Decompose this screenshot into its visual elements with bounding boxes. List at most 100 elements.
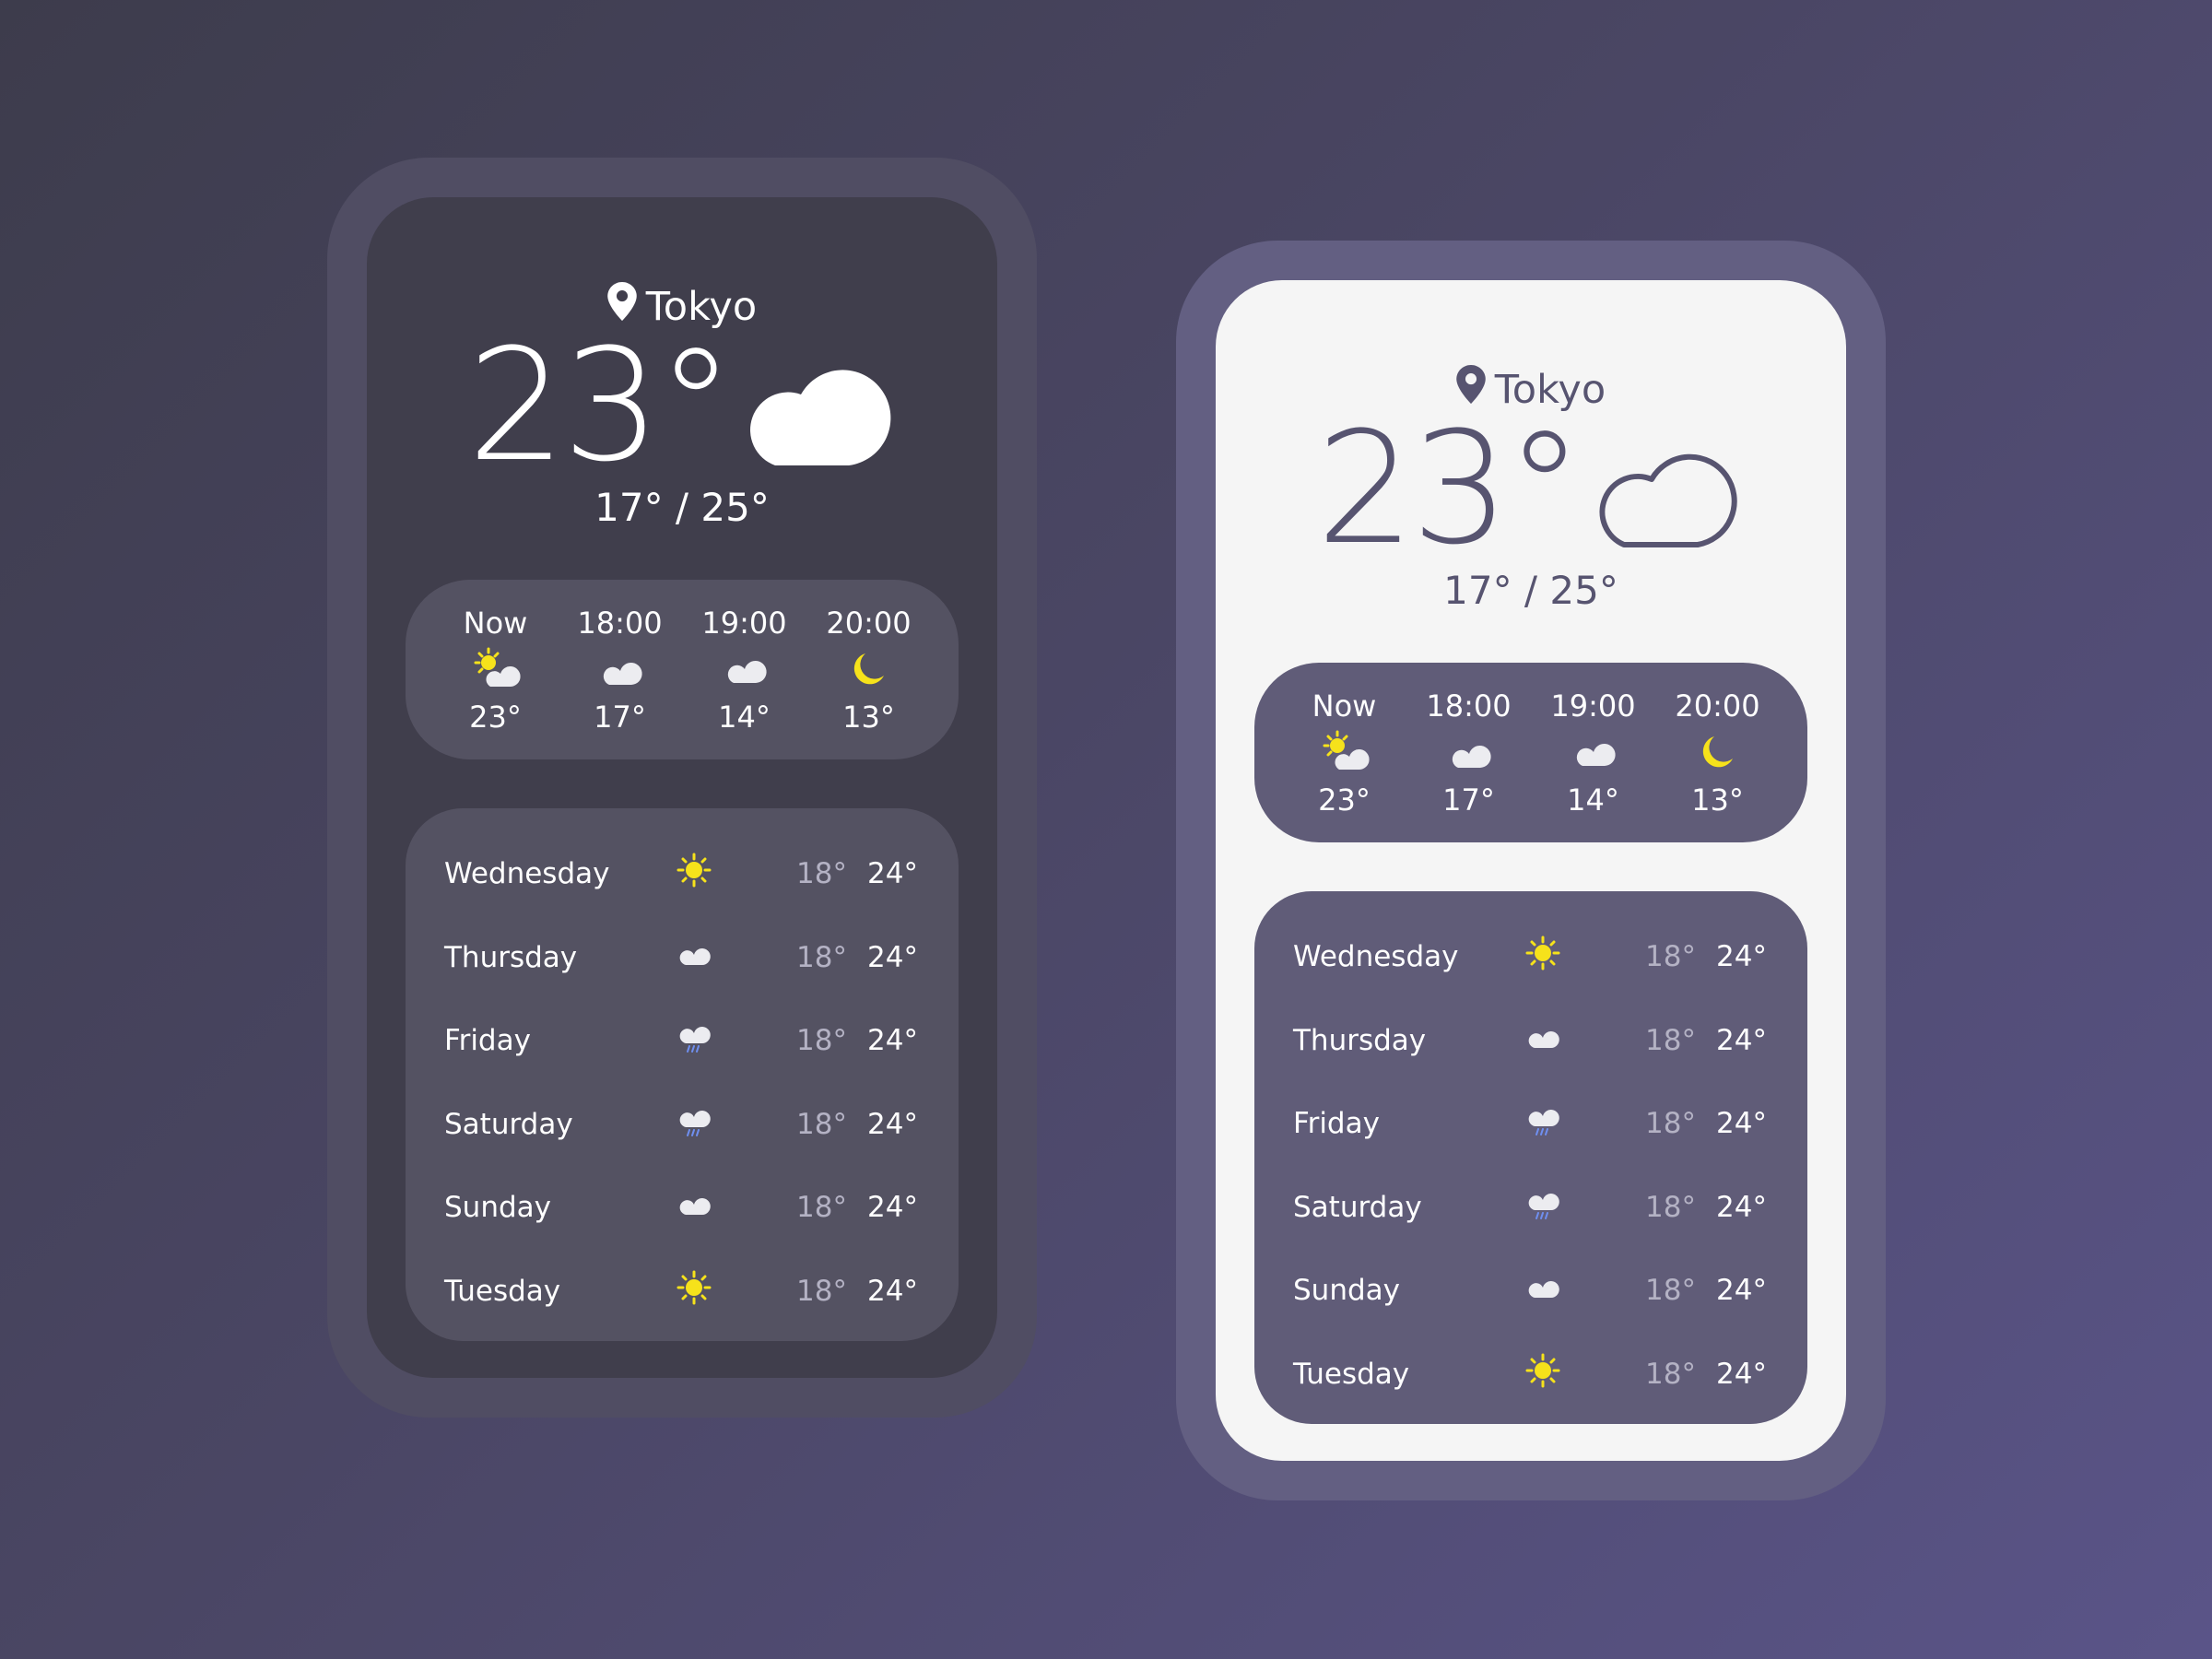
- day-high-temp: 24°: [867, 1274, 918, 1308]
- cloud-icon: [1524, 1018, 1562, 1063]
- moon-icon: [1692, 727, 1744, 782]
- daily-row[interactable]: Wednesday 18° 24°: [1293, 915, 1767, 999]
- day-name: Sunday: [444, 1191, 551, 1225]
- daily-row[interactable]: Thursday 18° 24°: [444, 916, 918, 1000]
- current-conditions: 23°: [367, 328, 997, 483]
- day-name: Tuesday: [1293, 1357, 1410, 1391]
- hour-label: Now: [463, 605, 528, 641]
- rain-icon: [675, 1102, 713, 1147]
- sun-icon: [675, 1269, 713, 1313]
- weather-widget-dark-frame: Tokyo 23° 17° / 25° Now 23° 18:00 17° 19…: [327, 158, 1037, 1418]
- cloud-icon: [675, 935, 713, 980]
- daily-row[interactable]: Thursday 18° 24°: [1293, 999, 1767, 1083]
- partly-sunny-icon: [470, 644, 522, 700]
- cloud-icon: [675, 1185, 713, 1230]
- day-name: Sunday: [1293, 1274, 1400, 1308]
- daily-row[interactable]: Tuesday 18° 24°: [1293, 1333, 1767, 1417]
- daily-row[interactable]: Saturday 18° 24°: [444, 1083, 918, 1167]
- hour-temperature: 17°: [1442, 782, 1495, 818]
- hour-temperature: 23°: [1318, 782, 1371, 818]
- hour-label: 18:00: [1426, 688, 1512, 724]
- partly-sunny-icon: [1319, 727, 1371, 782]
- day-low-temp: 18°: [796, 857, 847, 891]
- day-name: Tuesday: [444, 1274, 561, 1308]
- temperature-range: 17° / 25°: [1443, 568, 1618, 613]
- hourly-item[interactable]: Now 23°: [1294, 688, 1395, 818]
- hourly-forecast: Now 23° 18:00 17° 19:00 14° 20:00 13°: [1254, 663, 1807, 842]
- moon-icon: [843, 644, 895, 700]
- hour-label: 20:00: [1675, 688, 1760, 724]
- current-conditions: 23°: [1216, 411, 1846, 566]
- day-high-temp: 24°: [867, 940, 918, 974]
- hourly-item[interactable]: Now 23°: [445, 606, 547, 735]
- day-low-temp: 18°: [1645, 940, 1696, 974]
- weather-widget-dark: Tokyo 23° 17° / 25° Now 23° 18:00 17° 19…: [367, 197, 997, 1378]
- hourly-item[interactable]: 20:00 13°: [1667, 688, 1769, 818]
- cloud-icon: [719, 644, 771, 700]
- rain-icon: [1524, 1101, 1562, 1146]
- hour-temperature: 23°: [469, 699, 522, 735]
- day-name: Friday: [1293, 1107, 1380, 1141]
- cloud-icon: [594, 644, 646, 700]
- day-low-temp: 18°: [1645, 1190, 1696, 1224]
- day-name: Wednesday: [1293, 940, 1459, 974]
- daily-forecast: Wednesday 18° 24° Thursday 18° 24° Frida…: [406, 808, 959, 1341]
- current-temperature: 23°: [467, 315, 735, 496]
- hourly-item[interactable]: 19:00 14°: [694, 606, 795, 735]
- day-high-temp: 24°: [867, 1191, 918, 1225]
- day-name: Thursday: [444, 940, 578, 974]
- day-low-temp: 18°: [796, 1107, 847, 1141]
- daily-row[interactable]: Tuesday 18° 24°: [444, 1250, 918, 1334]
- day-name: Saturday: [1293, 1190, 1422, 1224]
- day-low-temp: 18°: [1645, 1023, 1696, 1057]
- day-name: Thursday: [1293, 1023, 1427, 1057]
- rain-icon: [675, 1018, 713, 1063]
- day-name: Wednesday: [444, 857, 610, 891]
- weather-widget-light-frame: Tokyo 23° 17° / 25° Now 23° 18:00 17° 19…: [1176, 241, 1886, 1500]
- cloud-icon: [1443, 727, 1495, 782]
- day-low-temp: 18°: [1645, 1357, 1696, 1391]
- cloud-icon: [738, 337, 897, 474]
- hourly-item[interactable]: 18:00 17°: [570, 606, 671, 735]
- day-low-temp: 18°: [1645, 1107, 1696, 1141]
- hour-label: 18:00: [577, 605, 663, 641]
- hour-label: 19:00: [1550, 688, 1636, 724]
- day-low-temp: 18°: [796, 1024, 847, 1058]
- current-temperature: 23°: [1316, 398, 1583, 579]
- day-high-temp: 24°: [1716, 1357, 1767, 1391]
- weather-widget-light: Tokyo 23° 17° / 25° Now 23° 18:00 17° 19…: [1216, 280, 1846, 1461]
- day-high-temp: 24°: [867, 1107, 918, 1141]
- hourly-item[interactable]: 19:00 14°: [1543, 688, 1644, 818]
- day-low-temp: 18°: [796, 1274, 847, 1308]
- sun-icon: [1524, 935, 1562, 979]
- hourly-item[interactable]: 18:00 17°: [1418, 688, 1520, 818]
- hour-label: 20:00: [826, 605, 912, 641]
- day-high-temp: 24°: [1716, 1023, 1767, 1057]
- day-high-temp: 24°: [1716, 940, 1767, 974]
- day-name: Friday: [444, 1024, 531, 1058]
- hour-temperature: 13°: [1691, 782, 1744, 818]
- hour-temperature: 17°: [594, 699, 646, 735]
- day-high-temp: 24°: [1716, 1274, 1767, 1308]
- daily-row[interactable]: Friday 18° 24°: [1293, 1082, 1767, 1166]
- daily-row[interactable]: Sunday 18° 24°: [444, 1166, 918, 1250]
- hourly-item[interactable]: 20:00 13°: [818, 606, 920, 735]
- day-high-temp: 24°: [867, 1024, 918, 1058]
- day-low-temp: 18°: [796, 940, 847, 974]
- daily-forecast: Wednesday 18° 24° Thursday 18° 24° Frida…: [1254, 891, 1807, 1424]
- hour-label: Now: [1312, 688, 1377, 724]
- day-high-temp: 24°: [1716, 1107, 1767, 1141]
- hour-temperature: 13°: [842, 699, 895, 735]
- sun-icon: [675, 852, 713, 896]
- day-high-temp: 24°: [1716, 1190, 1767, 1224]
- sun-icon: [1524, 1352, 1562, 1396]
- daily-row[interactable]: Friday 18° 24°: [444, 999, 918, 1083]
- day-low-temp: 18°: [1645, 1274, 1696, 1308]
- hour-label: 19:00: [701, 605, 787, 641]
- daily-row[interactable]: Saturday 18° 24°: [1293, 1166, 1767, 1250]
- daily-row[interactable]: Sunday 18° 24°: [1293, 1249, 1767, 1333]
- temperature-range: 17° / 25°: [594, 485, 770, 530]
- daily-row[interactable]: Wednesday 18° 24°: [444, 832, 918, 916]
- rain-icon: [1524, 1185, 1562, 1230]
- day-low-temp: 18°: [796, 1191, 847, 1225]
